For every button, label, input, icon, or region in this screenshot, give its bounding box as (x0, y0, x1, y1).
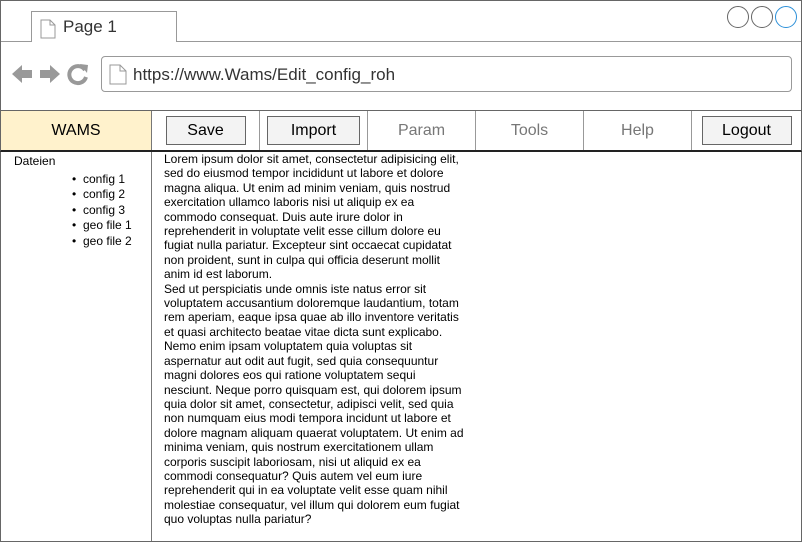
browser-window: Page 1 https://www.Wams/Edit_config_roh (0, 0, 802, 110)
menu-item-param[interactable]: Param (368, 111, 476, 150)
save-cell: Save (152, 111, 260, 150)
file-item[interactable]: config 3 (72, 203, 132, 219)
close-icon[interactable] (775, 6, 797, 28)
maximize-icon[interactable] (751, 6, 773, 28)
url-text[interactable]: https://www.Wams/Edit_config_roh (133, 65, 395, 85)
content-paragraph: Sed ut perspiciatis unde omnis iste natu… (164, 281, 464, 527)
sidebar-title: Dateien (14, 154, 56, 168)
save-button[interactable]: Save (165, 116, 246, 145)
window-controls (727, 6, 797, 28)
file-item[interactable]: config 1 (72, 172, 132, 188)
back-arrow-icon[interactable] (10, 62, 34, 91)
nav-buttons (10, 62, 90, 91)
browser-tab[interactable]: Page 1 (31, 11, 177, 42)
file-item[interactable]: geo file 1 (72, 218, 132, 234)
file-content[interactable]: Lorem ipsum dolor sit amet, consectetur … (164, 152, 464, 527)
minimize-icon[interactable] (727, 6, 749, 28)
app-brand: WAMS (1, 111, 152, 150)
content-paragraph: Lorem ipsum dolor sit amet, consectetur … (164, 152, 459, 282)
reload-icon[interactable] (66, 62, 90, 91)
logout-cell: Logout (692, 111, 801, 150)
page-icon (40, 19, 56, 44)
main-area: Dateien config 1 config 2 config 3 geo f… (0, 152, 802, 542)
page-icon (109, 64, 127, 90)
file-sidebar: Dateien config 1 config 2 config 3 geo f… (1, 152, 152, 541)
import-cell: Import (260, 111, 368, 150)
file-item[interactable]: config 2 (72, 187, 132, 203)
menu-item-tools[interactable]: Tools (476, 111, 584, 150)
menu-item-help[interactable]: Help (584, 111, 692, 150)
import-button[interactable]: Import (267, 116, 360, 145)
forward-arrow-icon[interactable] (38, 62, 62, 91)
file-item[interactable]: geo file 2 (72, 234, 132, 250)
app-menubar: WAMS Save Import Param Tools Help Logout (0, 110, 802, 152)
address-bar[interactable]: https://www.Wams/Edit_config_roh (101, 56, 792, 92)
logout-button[interactable]: Logout (701, 116, 792, 145)
file-list: config 1 config 2 config 3 geo file 1 ge… (72, 172, 132, 250)
tab-title: Page 1 (63, 17, 117, 36)
